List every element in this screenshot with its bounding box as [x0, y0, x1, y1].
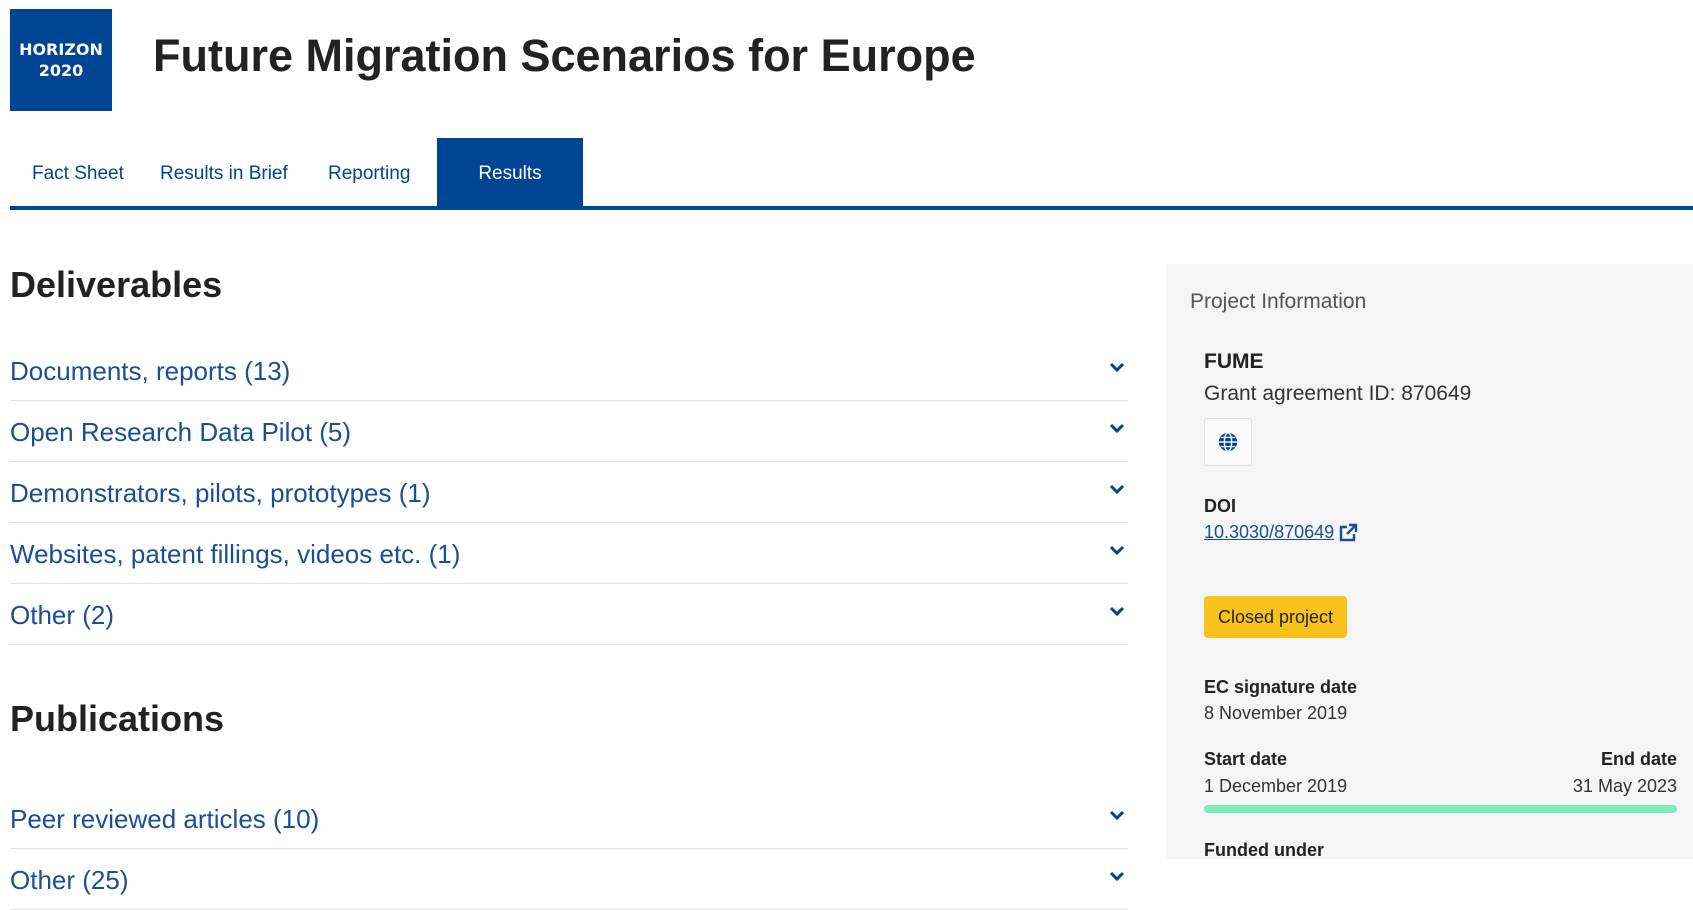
ec-signature-date: 8 November 2019 — [1204, 703, 1348, 723]
deliverables-heading: Deliverables — [10, 264, 223, 305]
external-link-icon — [1339, 523, 1358, 541]
grant-agreement-id: Grant agreement ID: 870649 — [1204, 382, 1472, 405]
tab-results-in-brief[interactable]: Results in Brief — [160, 138, 288, 206]
accordion-documents-reports[interactable]: Documents, reports (13) — [10, 340, 1128, 401]
accordion-websites-patents-videos[interactable]: Websites, patent fillings, videos etc. (… — [10, 523, 1128, 584]
accordion-label: Demonstrators, pilots, prototypes (1) — [10, 478, 431, 508]
logo-line-2: 2020 — [38, 61, 84, 80]
accordion-label: Other (25) — [10, 865, 129, 895]
accordion-demonstrators[interactable]: Demonstrators, pilots, prototypes (1) — [10, 462, 1128, 523]
tab-reporting[interactable]: Reporting — [328, 138, 410, 206]
accordion-other-deliverables[interactable]: Other (2) — [10, 584, 1128, 645]
panel-heading: Project Information — [1190, 290, 1367, 313]
page-title: Future Migration Scenarios for Europe — [153, 30, 976, 81]
doi-link[interactable]: 10.3030/870649 — [1204, 522, 1358, 543]
project-information-panel: Project Information FUME Grant agreement… — [1166, 264, 1693, 860]
chevron-down-icon — [1109, 423, 1125, 434]
status-badge: Closed project — [1204, 596, 1348, 638]
doi-value: 10.3030/870649 — [1204, 522, 1335, 542]
website-button[interactable] — [1204, 418, 1252, 466]
accordion-label: Peer reviewed articles (10) — [10, 804, 320, 834]
tab-bar: Fact Sheet Results in Brief Reporting Re… — [10, 138, 1693, 210]
end-date-label: End date — [1600, 749, 1677, 769]
start-date: 1 December 2019 — [1204, 776, 1348, 796]
accordion-label: Documents, reports (13) — [10, 356, 291, 386]
tab-fact-sheet[interactable]: Fact Sheet — [32, 138, 124, 206]
accordion-open-research-data-pilot[interactable]: Open Research Data Pilot (5) — [10, 401, 1128, 462]
horizon-2020-logo: HORIZON 2020 — [10, 9, 112, 111]
publications-heading: Publications — [10, 698, 225, 739]
project-progress-bar — [1204, 805, 1677, 813]
chevron-down-icon — [1109, 484, 1125, 495]
doi-label: DOI — [1204, 496, 1237, 516]
chevron-down-icon — [1109, 871, 1125, 882]
accordion-label: Websites, patent fillings, videos etc. (… — [10, 539, 461, 569]
end-date: 31 May 2023 — [1572, 776, 1677, 796]
tab-results[interactable]: Results — [437, 138, 583, 206]
ec-signature-label: EC signature date — [1204, 677, 1358, 697]
globe-icon — [1218, 432, 1238, 452]
chevron-down-icon — [1109, 362, 1125, 373]
chevron-down-icon — [1109, 606, 1125, 617]
accordion-label: Other (2) — [10, 600, 115, 630]
chevron-down-icon — [1109, 810, 1125, 821]
start-date-label: Start date — [1204, 749, 1288, 769]
logo-line-1: HORIZON — [19, 40, 103, 59]
accordion-other-publications[interactable]: Other (25) — [10, 849, 1128, 910]
project-progress-fill — [1204, 805, 1677, 813]
accordion-label: Open Research Data Pilot (5) — [10, 417, 352, 447]
funded-under-label: Funded under — [1204, 840, 1324, 860]
project-acronym: FUME — [1204, 350, 1264, 373]
accordion-peer-reviewed-articles[interactable]: Peer reviewed articles (10) — [10, 788, 1128, 849]
chevron-down-icon — [1109, 545, 1125, 556]
